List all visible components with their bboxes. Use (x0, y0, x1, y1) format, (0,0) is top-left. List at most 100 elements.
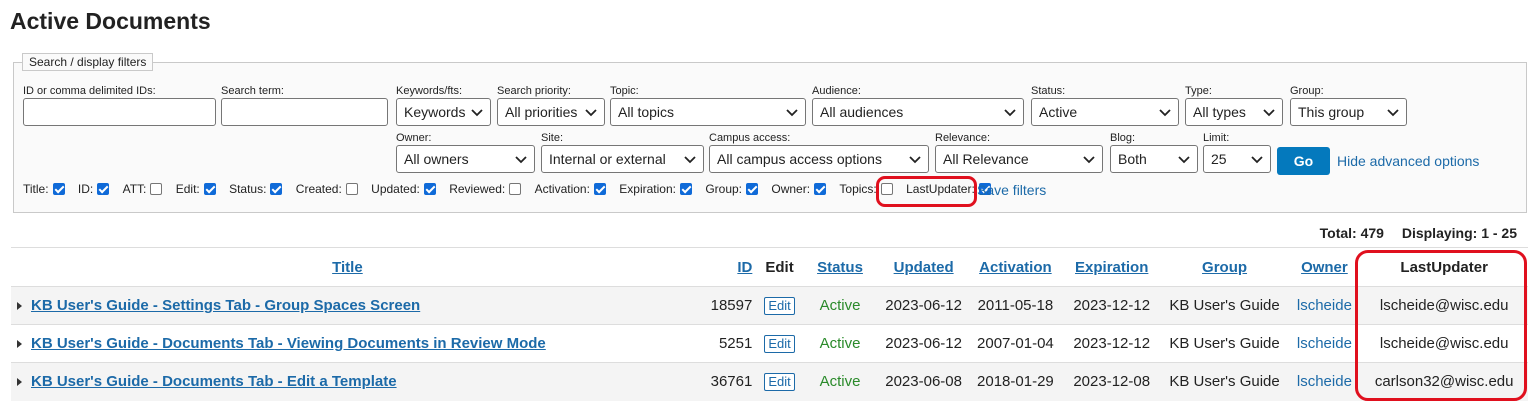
activation-cell: 2007-01-04 (967, 324, 1063, 363)
col-header-id[interactable]: ID (683, 247, 759, 287)
chevron-down-icon (1177, 152, 1191, 166)
sort-status-link[interactable]: Status (817, 259, 863, 276)
checkbox[interactable] (345, 183, 358, 195)
save-filters-link[interactable]: Save filters (977, 182, 1046, 198)
topic-label: Topic: (610, 85, 639, 97)
priority-select[interactable]: All priorities (497, 98, 605, 126)
sort-updated-link[interactable]: Updated (894, 259, 954, 276)
topic-select[interactable]: All topics (610, 98, 806, 126)
doc-title-link[interactable]: KB User's Guide - Settings Tab - Group S… (31, 297, 420, 314)
chevron-down-icon (785, 105, 799, 119)
chevron-down-icon (1003, 105, 1017, 119)
go-button[interactable]: Go (1277, 147, 1330, 175)
checkbox[interactable] (270, 183, 283, 195)
edit-cell: Edit (758, 324, 801, 363)
checkbox[interactable] (423, 183, 436, 195)
col-header-expiration[interactable]: Expiration (1062, 247, 1161, 287)
column-toggle-created[interactable]: Created: (296, 182, 358, 196)
expand-caret-icon[interactable] (17, 378, 22, 387)
owner-cell: lscheide (1288, 362, 1361, 401)
checkbox[interactable] (52, 183, 65, 195)
sort-title-link[interactable]: Title (332, 259, 363, 276)
col-header-status[interactable]: Status (800, 247, 880, 287)
expand-caret-icon[interactable] (17, 340, 22, 349)
checkbox[interactable] (679, 183, 692, 195)
sort-activation-link[interactable]: Activation (979, 259, 1052, 276)
chevron-down-icon (1082, 152, 1096, 166)
expiration-cell: 2023-12-12 (1062, 324, 1161, 363)
checkbox[interactable] (150, 183, 163, 195)
checkbox[interactable] (814, 183, 827, 195)
owner-link[interactable]: lscheide (1297, 335, 1352, 352)
checkbox[interactable] (203, 183, 216, 195)
limit-filter-group: Limit: 25 (1203, 131, 1271, 173)
audience-select-value: All audiences (820, 104, 904, 120)
site-select[interactable]: Internal or external (541, 145, 704, 173)
column-toggle-reviewed[interactable]: Reviewed: (449, 182, 522, 196)
column-toggle-id[interactable]: ID: (77, 182, 110, 196)
edit-button[interactable]: Edit (764, 334, 795, 353)
hide-advanced-options-link[interactable]: Hide advanced options (1337, 153, 1479, 169)
owner-select[interactable]: All owners (396, 145, 535, 173)
topic-select-value: All topics (618, 104, 675, 120)
campus-label: Campus access: (709, 132, 791, 144)
audience-select[interactable]: All audiences (812, 98, 1024, 126)
owner-link[interactable]: lscheide (1297, 297, 1352, 314)
column-toggle-title[interactable]: Title: (23, 182, 65, 196)
column-toggle-owner[interactable]: Owner: (771, 182, 827, 196)
doc-title-link[interactable]: KB User's Guide - Documents Tab - Edit a… (31, 373, 397, 390)
limit-select[interactable]: 25 (1203, 145, 1271, 173)
total-count: Total: 479 (1319, 225, 1384, 241)
group-select[interactable]: This group (1290, 98, 1407, 126)
id-input[interactable] (23, 98, 216, 126)
keywords-select[interactable]: Keywords (396, 98, 491, 126)
chevron-down-icon (470, 105, 484, 119)
search-term-input[interactable] (221, 98, 388, 126)
blog-select[interactable]: Both (1110, 145, 1198, 173)
status-select[interactable]: Active (1031, 98, 1179, 126)
owner-link[interactable]: lscheide (1297, 373, 1352, 390)
column-toggle-status[interactable]: Status: (229, 182, 283, 196)
limit-label: Limit: (1203, 132, 1230, 144)
edit-button[interactable]: Edit (764, 296, 795, 315)
expand-caret-icon[interactable] (17, 302, 22, 311)
col-header-title[interactable]: Title (11, 247, 684, 287)
table-row: KB User's Guide - Documents Tab - Edit a… (11, 362, 1528, 401)
sort-id-link[interactable]: ID (737, 259, 752, 276)
owner-filter-group: Owner: All owners (396, 131, 535, 173)
col-header-group[interactable]: Group (1160, 247, 1289, 287)
doc-title-link[interactable]: KB User's Guide - Documents Tab - Viewin… (31, 335, 546, 352)
column-toggle-activation[interactable]: Activation: (535, 182, 606, 196)
sort-group-link[interactable]: Group (1202, 259, 1247, 276)
column-toggle-group[interactable]: Group: (705, 182, 759, 196)
column-toggle-label: Title: (23, 182, 49, 196)
column-toggle-label: ID: (77, 182, 94, 196)
column-toggle-label: Status: (229, 182, 267, 196)
column-toggle-updated[interactable]: Updated: (371, 182, 436, 196)
owner-label: Owner: (396, 132, 432, 144)
col-header-owner[interactable]: Owner (1288, 247, 1361, 287)
col-header-updated[interactable]: Updated (879, 247, 968, 287)
campus-select[interactable]: All campus access options (709, 145, 929, 173)
column-toggle-att[interactable]: ATT: (123, 182, 163, 196)
checkbox[interactable] (746, 183, 759, 195)
column-toggle-edit[interactable]: Edit: (176, 182, 216, 196)
expiration-cell: 2023-12-12 (1062, 286, 1161, 325)
checkbox[interactable] (97, 183, 110, 195)
title-cell: KB User's Guide - Settings Tab - Group S… (11, 286, 684, 325)
activation-cell: 2018-01-29 (967, 362, 1063, 401)
edit-button[interactable]: Edit (764, 372, 795, 391)
table-row: KB User's Guide - Settings Tab - Group S… (11, 286, 1528, 325)
col-header-activation[interactable]: Activation (967, 247, 1063, 287)
type-select[interactable]: All types (1185, 98, 1283, 126)
relevance-select[interactable]: All Relevance (935, 145, 1103, 173)
lastupdater-cell: lscheide@wisc.edu (1360, 324, 1528, 363)
checkbox[interactable] (593, 183, 606, 195)
sort-expiration-link[interactable]: Expiration (1075, 259, 1148, 276)
term-filter-group: Search term: (221, 84, 388, 126)
relevance-label: Relevance: (935, 132, 991, 144)
sort-owner-link[interactable]: Owner (1301, 259, 1348, 276)
column-toggle-expiration[interactable]: Expiration: (619, 182, 692, 196)
checkbox[interactable] (509, 183, 522, 195)
priority-label: Search priority: (497, 85, 571, 97)
